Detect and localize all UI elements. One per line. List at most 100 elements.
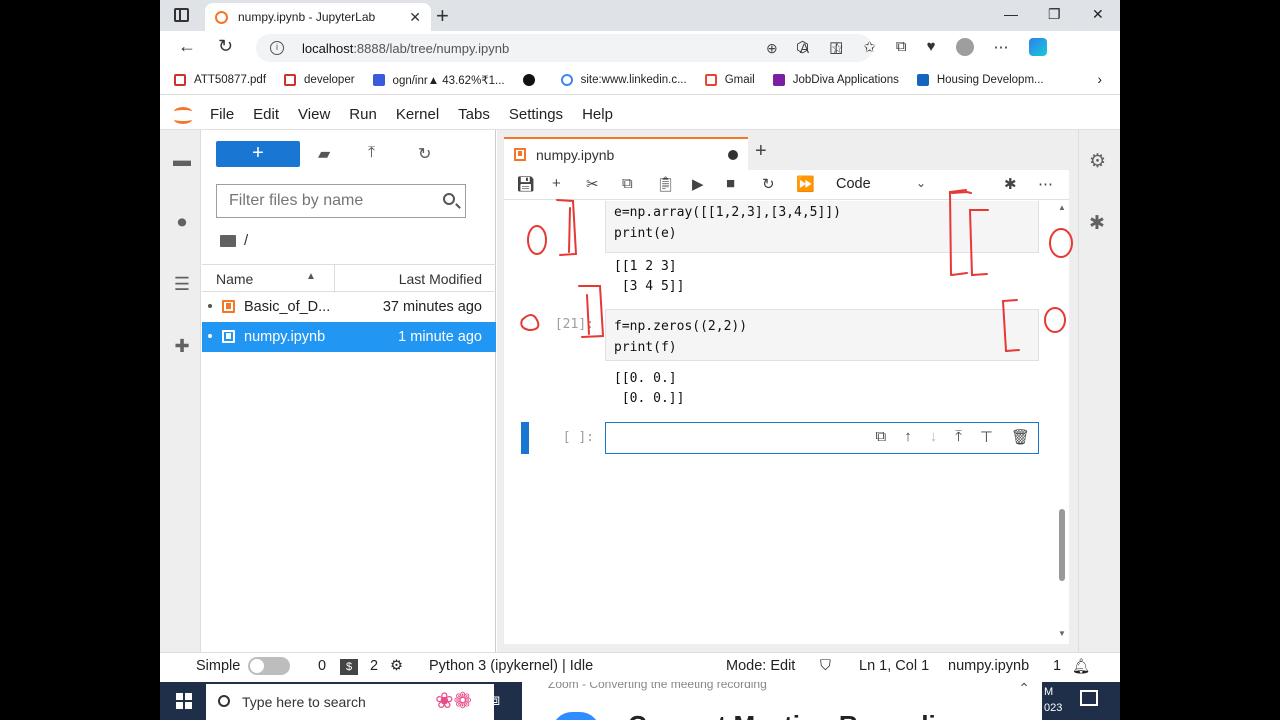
kernel-gear-icon[interactable]: ⚙: [390, 658, 403, 674]
breadcrumb[interactable]: /: [220, 232, 248, 249]
bookmark-item[interactable]: Gmail: [704, 73, 755, 86]
column-last-modified[interactable]: Last Modified: [399, 271, 482, 287]
notebook-tab[interactable]: numpy.ipynb: [504, 137, 748, 170]
restart-run-all-icon[interactable]: ⏩: [796, 175, 815, 193]
cut-icon[interactable]: ✂: [586, 175, 599, 193]
bookmark-item[interactable]: site:www.linkedin.c...: [560, 73, 687, 86]
paste-icon[interactable]: 📋︎: [656, 175, 675, 193]
debugger-bug-icon[interactable]: ✱: [1004, 175, 1017, 193]
kernels-count[interactable]: 2: [370, 658, 378, 674]
terminals-count[interactable]: 0: [318, 658, 326, 674]
property-inspector-gear-icon[interactable]: ⚙: [1089, 150, 1106, 173]
notebook-scrollbar[interactable]: ▲ ▼: [1058, 203, 1066, 639]
bookmark-item[interactable]: ogn/inr▲ 43.62%₹1...: [372, 73, 505, 87]
code-cell-input[interactable]: f=np.zeros((2,2)) print(f): [605, 309, 1039, 361]
move-up-icon[interactable]: ↑: [904, 428, 912, 446]
more-options-icon[interactable]: ⋯: [1038, 175, 1053, 193]
windows-start-icon[interactable]: [176, 693, 192, 709]
restart-icon[interactable]: ↻: [762, 175, 775, 193]
column-divider[interactable]: [334, 265, 335, 293]
new-folder-icon[interactable]: ▰: [318, 144, 330, 164]
collections-icon[interactable]: ⧉: [896, 38, 907, 56]
insert-cell-icon[interactable]: +: [552, 175, 561, 192]
file-row[interactable]: Basic_of_D... 37 minutes ago: [202, 292, 496, 322]
scroll-down-icon[interactable]: ▼: [1058, 629, 1066, 638]
browser-tab[interactable]: numpy.ipynb - JupyterLab ✕: [205, 3, 431, 31]
trusted-shield-icon[interactable]: ⛉: [820, 658, 831, 674]
notifications-icon[interactable]: [1080, 690, 1098, 706]
refresh-icon[interactable]: ↻: [218, 36, 233, 57]
taskbar-search[interactable]: Type here to search ❀❁: [206, 684, 494, 720]
more-menu-icon[interactable]: ⋯: [994, 38, 1009, 56]
save-icon[interactable]: 💾︎: [516, 175, 535, 193]
active-code-cell[interactable]: ⧉ ↑ ↓ ⤒ ⊤ 🗑︎: [605, 422, 1039, 454]
copilot-icon[interactable]: [1028, 38, 1047, 56]
clock-date[interactable]: 023: [1044, 702, 1062, 714]
duplicate-cell-icon[interactable]: ⧉: [876, 428, 887, 446]
unsaved-dot-icon[interactable]: [728, 149, 738, 160]
extensions-icon[interactable]: ⬡: [796, 38, 809, 56]
bell-icon[interactable]: 🔔︎: [1072, 658, 1090, 675]
menu-edit[interactable]: Edit: [253, 106, 279, 123]
run-icon[interactable]: ▶: [692, 175, 704, 193]
menu-tabs[interactable]: Tabs: [458, 106, 490, 123]
debugger-icon[interactable]: ✱: [1089, 212, 1105, 235]
maximize-icon[interactable]: ❐: [1048, 6, 1061, 23]
favorites-icon[interactable]: ✩: [863, 38, 876, 56]
profile-avatar-icon[interactable]: [955, 38, 974, 56]
sort-ascending-icon[interactable]: ▲: [306, 271, 316, 282]
scroll-up-icon[interactable]: ▲: [1058, 203, 1066, 212]
back-icon[interactable]: ←: [178, 36, 196, 57]
menu-settings[interactable]: Settings: [509, 106, 563, 123]
split-screen-icon[interactable]: ◫: [829, 38, 843, 56]
cell-type-select[interactable]: Code: [836, 176, 871, 192]
task-view-icon[interactable]: ⧈: [490, 692, 500, 710]
chevron-right-icon[interactable]: ›: [1097, 71, 1102, 87]
code-cell-input[interactable]: e=np.array([[1,2,3],[3,4,5]]) print(e): [605, 201, 1039, 253]
move-down-icon[interactable]: ↓: [930, 428, 938, 446]
tab-actions-icon[interactable]: [174, 8, 189, 22]
folder-icon[interactable]: ▬: [172, 150, 192, 170]
extension-puzzle-icon[interactable]: ✚: [172, 336, 192, 356]
new-tab-button[interactable]: +: [436, 3, 449, 29]
performance-icon[interactable]: ♥: [927, 38, 936, 56]
chevron-down-icon[interactable]: ⌄: [916, 176, 926, 190]
notification-count[interactable]: 1: [1053, 658, 1061, 674]
bookmark-item[interactable]: developer: [284, 73, 355, 86]
stop-icon[interactable]: ■: [726, 175, 735, 192]
menu-view[interactable]: View: [298, 106, 330, 123]
running-icon[interactable]: ⏺: [172, 212, 192, 232]
menu-run[interactable]: Run: [349, 106, 377, 123]
close-popup-icon[interactable]: ⌃: [1018, 682, 1030, 697]
upload-icon[interactable]: ⤒: [368, 144, 375, 162]
file-row-selected[interactable]: numpy.ipynb 1 minute ago: [202, 322, 496, 352]
bookmark-item[interactable]: Housing Developm...: [916, 73, 1044, 86]
bookmark-item[interactable]: ATT50877.pdf: [174, 73, 266, 86]
menu-kernel[interactable]: Kernel: [396, 106, 439, 123]
site-info-icon[interactable]: i: [270, 41, 284, 55]
kernel-status[interactable]: Python 3 (ipykernel) | Idle: [429, 658, 593, 674]
filter-files-input[interactable]: Filter files by name: [216, 184, 466, 218]
menu-file[interactable]: File: [210, 106, 234, 123]
insert-below-icon[interactable]: ⊤: [980, 428, 993, 446]
copy-icon[interactable]: ⧉: [622, 175, 633, 192]
simple-mode-toggle[interactable]: [248, 657, 290, 675]
toc-icon[interactable]: ☰: [172, 274, 192, 294]
bookmark-item[interactable]: [522, 73, 543, 86]
column-name[interactable]: Name: [216, 271, 253, 287]
url-field[interactable]: i localhost:8888/lab/tree/numpy.ipynb ⊕ …: [256, 34, 872, 62]
insert-above-icon[interactable]: ⤒: [955, 428, 962, 446]
close-window-icon[interactable]: ✕: [1092, 6, 1104, 23]
cursor-position[interactable]: Ln 1, Col 1: [859, 658, 929, 674]
minimize-icon[interactable]: —: [1004, 6, 1018, 22]
scroll-thumb[interactable]: [1059, 509, 1065, 581]
terminal-icon[interactable]: $: [340, 659, 358, 675]
menu-help[interactable]: Help: [582, 106, 613, 123]
zoom-icon[interactable]: ⊕: [766, 40, 778, 57]
refresh-files-icon[interactable]: ↻: [418, 144, 431, 164]
close-tab-icon[interactable]: ✕: [409, 9, 421, 26]
new-launcher-button[interactable]: +: [216, 141, 300, 167]
add-tab-button[interactable]: +: [755, 140, 767, 163]
clock-time[interactable]: M: [1044, 686, 1053, 698]
bookmark-item[interactable]: JobDiva Applications: [772, 73, 899, 86]
